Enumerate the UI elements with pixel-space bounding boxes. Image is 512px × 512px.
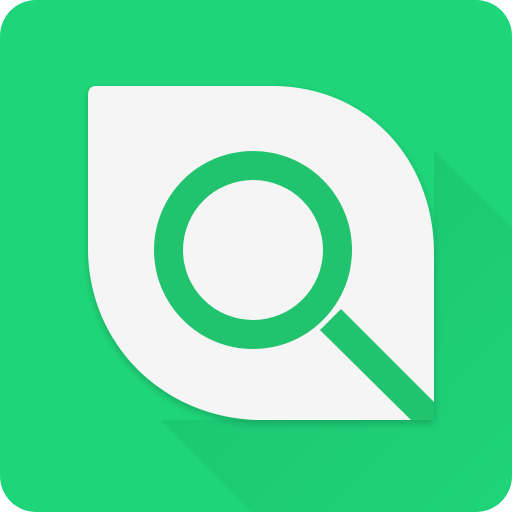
app-icon[interactable] [0,0,512,512]
app-icon-graphic [0,0,512,512]
magnifier-lens-inner [183,180,323,320]
